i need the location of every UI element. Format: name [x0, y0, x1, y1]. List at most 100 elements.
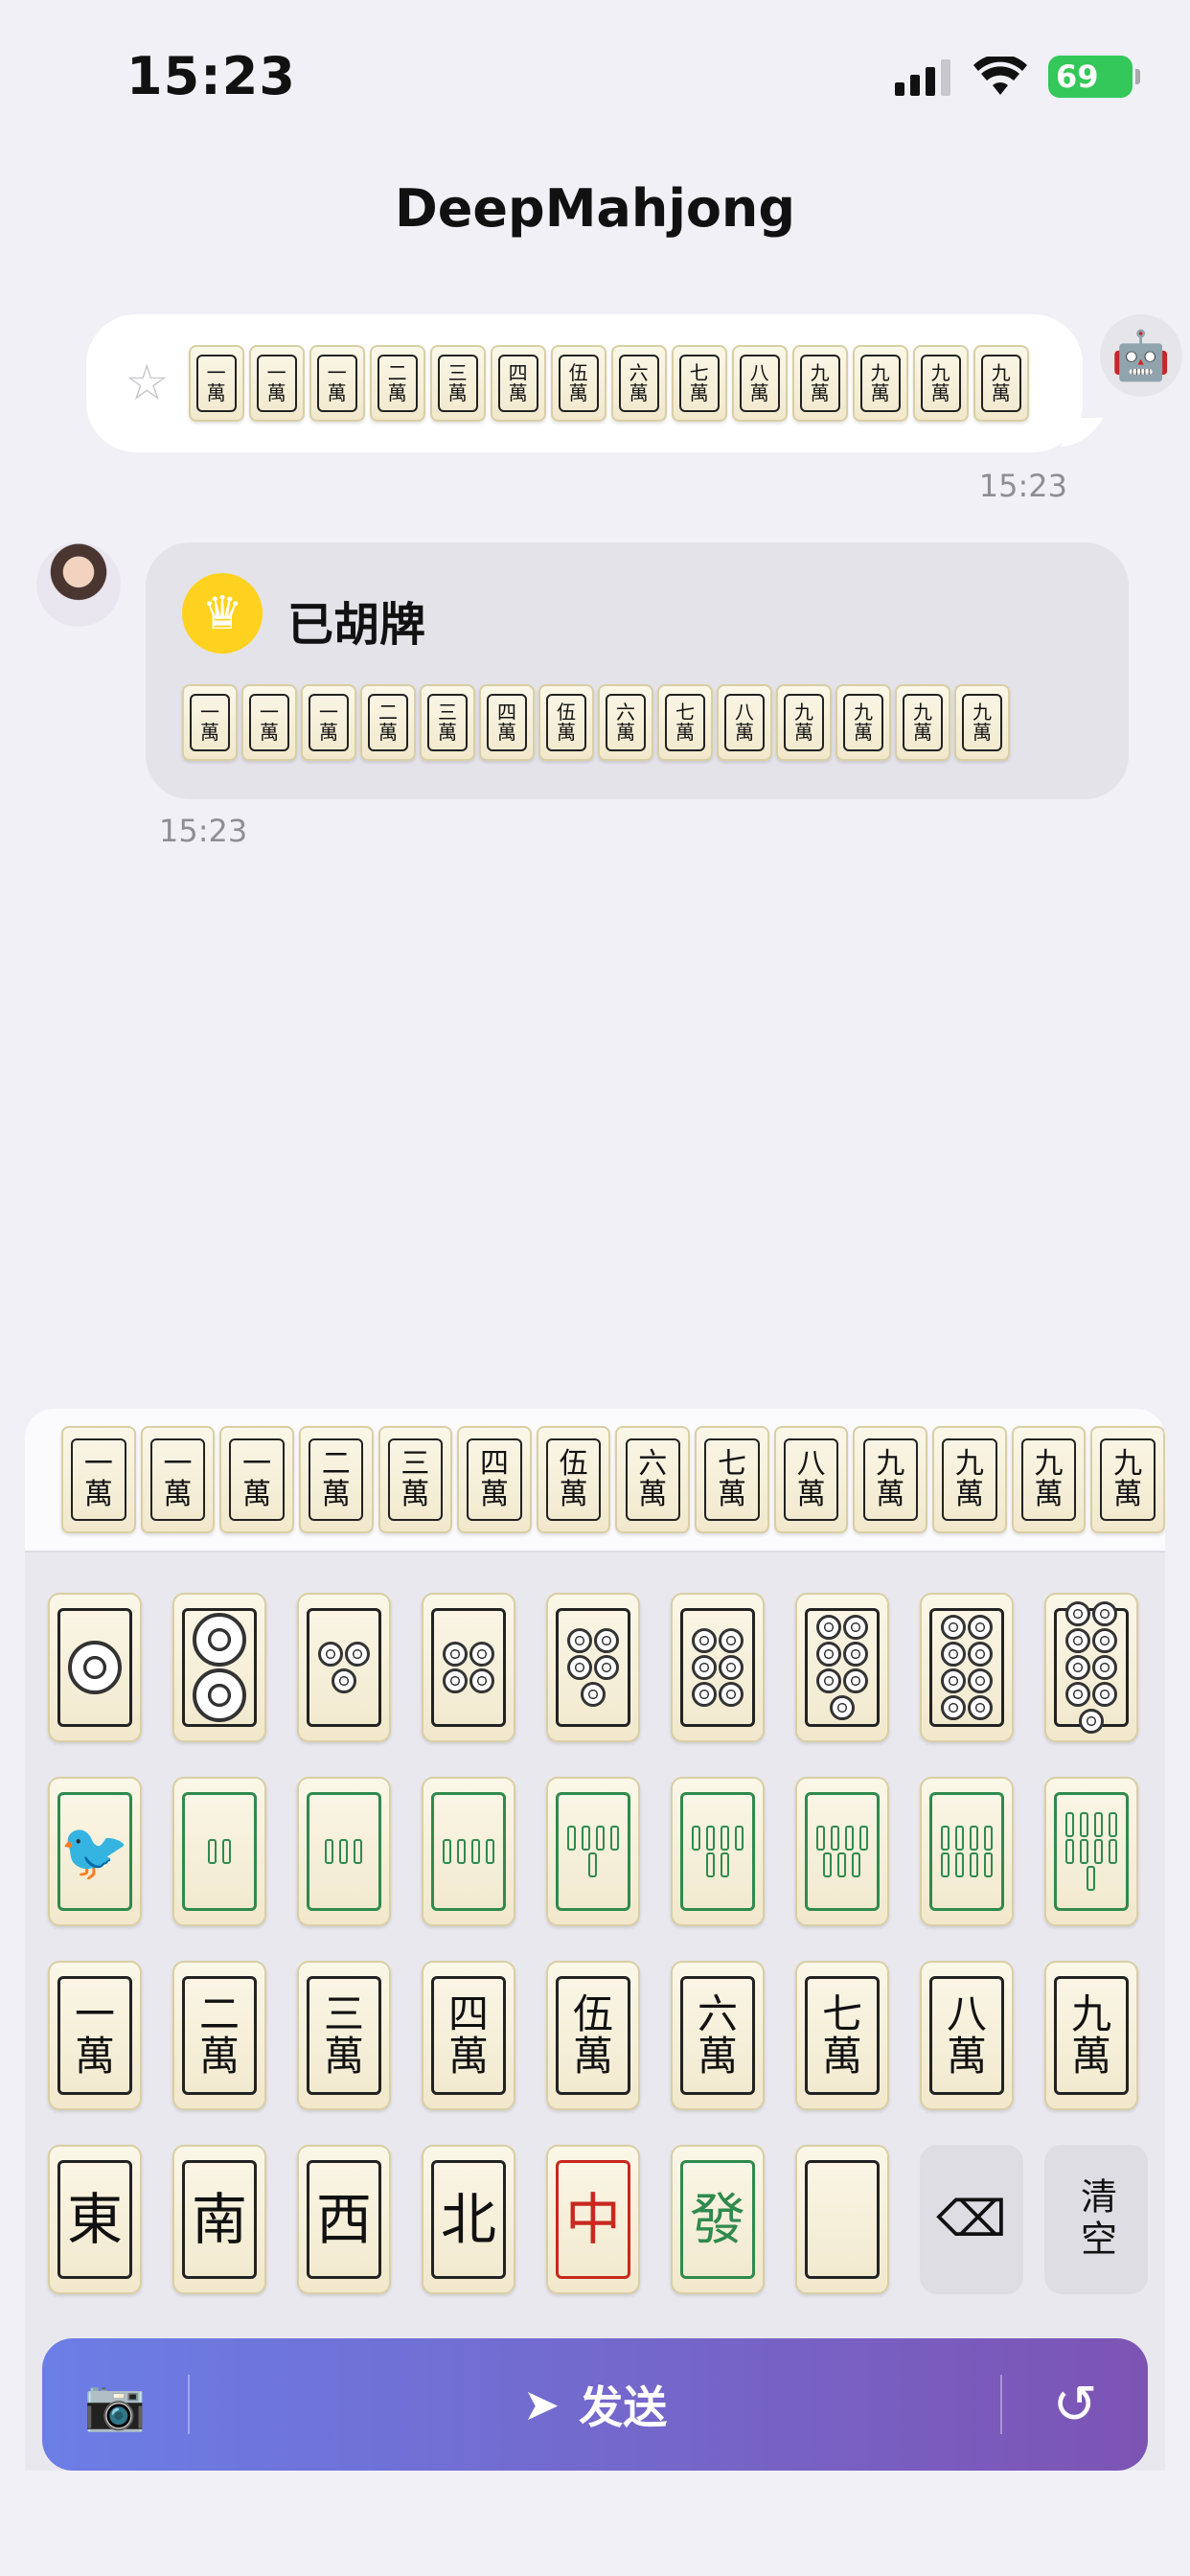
hand-tile[interactable]: 一萬 [61, 1426, 136, 1533]
mahjong-tile: 六萬 [598, 684, 653, 761]
send-button[interactable]: ➤ 发送 [190, 2373, 1000, 2436]
hand-tile[interactable]: 六萬 [615, 1426, 691, 1533]
hand-tile[interactable]: 二萬 [298, 1426, 374, 1533]
tile-face [804, 1791, 881, 1912]
hand-tile[interactable]: 九萬 [932, 1426, 1007, 1533]
hand-tile[interactable]: 伍萬 [536, 1426, 611, 1533]
green-dragon-tile[interactable]: 發 [671, 2145, 765, 2294]
dot-mark [442, 1642, 468, 1667]
tile-face: 八萬 [928, 1975, 1005, 2096]
bamboo-tile-6[interactable] [671, 1777, 765, 1926]
hand-tile[interactable]: 七萬 [695, 1426, 769, 1533]
character-tile-7[interactable]: 七萬 [795, 1961, 889, 2110]
tile-face [57, 1607, 133, 1728]
dots-tile-1[interactable] [48, 1593, 142, 1742]
dot-mark [842, 1615, 868, 1640]
tile-character: 一 [83, 1447, 113, 1482]
tile-character: 萬 [991, 380, 1011, 404]
hand-tile[interactable]: 四萬 [457, 1426, 532, 1533]
dots-tile-7[interactable] [795, 1593, 889, 1742]
bamboo-tile-4[interactable] [422, 1777, 515, 1926]
hand-tile[interactable]: 三萬 [378, 1426, 453, 1533]
tile-character: 九 [876, 1447, 905, 1482]
north-tile[interactable]: 北 [422, 2145, 515, 2294]
bamboo-tile-5[interactable] [546, 1777, 640, 1926]
bamboo-stick [983, 1826, 993, 1851]
dots-tile-2[interactable] [172, 1593, 266, 1742]
tile-character: 四 [447, 1990, 489, 2037]
tile-character: 八 [749, 360, 769, 384]
character-tile-4[interactable]: 四萬 [422, 1961, 515, 2110]
tile-face [555, 1607, 631, 1728]
bamboo-tile-3[interactable] [297, 1777, 391, 1926]
delete-button[interactable]: ⌫ [920, 2145, 1023, 2294]
tile-face: 九萬 [902, 693, 944, 752]
bamboo-stick [720, 1826, 729, 1851]
hand-tile[interactable]: 八萬 [773, 1426, 849, 1533]
bamboo-tile-7[interactable] [795, 1777, 889, 1926]
bamboo-tile-8[interactable] [920, 1777, 1014, 1926]
tile-face: 九萬 [1053, 1975, 1130, 2096]
hand-tile[interactable]: 一萬 [219, 1426, 294, 1533]
tile-face: 四萬 [430, 1975, 507, 2096]
hand-input-row[interactable]: 一萬一萬一萬二萬三萬四萬伍萬六萬七萬八萬九萬九萬九萬九萬 [25, 1409, 1165, 1552]
bamboo-stick [1108, 1839, 1117, 1864]
tile-character: 萬 [1034, 1477, 1064, 1511]
tile-character: 萬 [259, 720, 279, 744]
tile-face: 九萬 [859, 354, 901, 413]
dot-mark [718, 1655, 744, 1680]
dots-tile-5[interactable] [546, 1593, 640, 1742]
tile-character: 萬 [930, 380, 950, 404]
white-dragon-tile[interactable] [795, 2145, 889, 2294]
mahjong-tile: 三萬 [429, 345, 486, 422]
tile-character: 九 [1070, 1990, 1111, 2037]
red-dragon-tile[interactable]: 中 [546, 2145, 640, 2294]
south-tile[interactable]: 南 [172, 2145, 266, 2294]
mahjong-tile: 二萬 [369, 345, 425, 422]
character-tile-6[interactable]: 六萬 [671, 1961, 765, 2110]
character-tile-5[interactable]: 伍萬 [546, 1961, 640, 2110]
hand-tile[interactable]: 九萬 [1090, 1426, 1165, 1533]
camera-button[interactable]: 📷 [42, 2376, 188, 2434]
tile-face: 一萬 [189, 693, 231, 752]
tile-face: 一萬 [308, 693, 350, 752]
tile-character: 萬 [323, 2033, 364, 2080]
character-tile-1[interactable]: 一萬 [48, 1961, 142, 2110]
dots-tile-8[interactable] [920, 1593, 1014, 1742]
tile-character: 萬 [796, 1477, 826, 1511]
west-tile[interactable]: 西 [297, 2145, 391, 2294]
outgoing-message-bubble[interactable]: ☆ 一萬一萬一萬二萬三萬四萬伍萬六萬七萬八萬九萬九萬九萬九萬 [86, 314, 1083, 452]
mahjong-tile: 四萬 [479, 684, 535, 761]
bamboo-tile-2[interactable] [172, 1777, 266, 1926]
tile-character: 一 [74, 1990, 115, 2037]
star-icon[interactable]: ☆ [125, 355, 170, 412]
bamboo-stick [844, 1826, 854, 1851]
tile-face: 伍萬 [545, 1438, 602, 1522]
character-tile-9[interactable]: 九萬 [1044, 1961, 1138, 2110]
character-tile-8[interactable]: 八萬 [920, 1961, 1014, 2110]
dots-tile-3[interactable] [297, 1593, 391, 1742]
bamboo-stick [1079, 1812, 1088, 1837]
dots-tile-6[interactable] [671, 1593, 765, 1742]
bot-avatar[interactable]: 🤖 [1100, 314, 1182, 397]
user-avatar[interactable] [36, 542, 121, 627]
hand-tile[interactable]: 一萬 [140, 1426, 216, 1533]
tile-character: 東 [66, 2186, 123, 2252]
tile-character: 萬 [387, 380, 407, 404]
history-button[interactable]: ↺ [1002, 2374, 1148, 2436]
hand-tile[interactable]: 九萬 [1011, 1426, 1087, 1533]
bamboo-tile-1[interactable]: 🐦 [48, 1777, 142, 1926]
hand-tile[interactable]: 九萬 [853, 1426, 928, 1533]
dots-tile-4[interactable] [422, 1593, 515, 1742]
tile-character: 一 [242, 1447, 272, 1482]
bamboo-tile-9[interactable] [1044, 1777, 1138, 1926]
backspace-icon: ⌫ [936, 2191, 1007, 2248]
east-tile[interactable]: 東 [48, 2145, 142, 2294]
dot-mark [829, 1695, 855, 1720]
mahjong-tile: 九萬 [776, 684, 832, 761]
character-tile-2[interactable]: 二萬 [172, 1961, 266, 2110]
clear-button[interactable]: 清空 [1044, 2145, 1148, 2294]
character-tile-3[interactable]: 三萬 [297, 1961, 391, 2110]
dots-tile-9[interactable] [1044, 1593, 1138, 1742]
tile-character: 九 [793, 700, 813, 724]
